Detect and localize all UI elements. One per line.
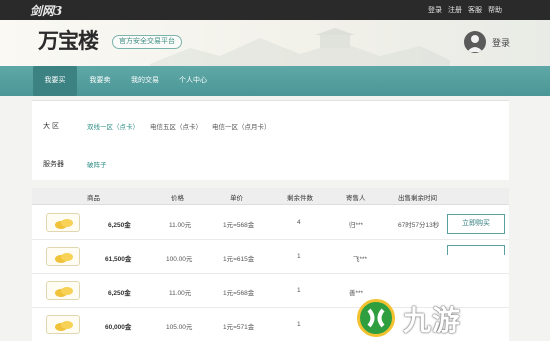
row-price: 105.00元 (166, 324, 193, 331)
nav-tab-my-trades[interactable]: 我的交易 (122, 66, 168, 96)
row-count: 1 (297, 321, 301, 328)
server-option-1[interactable]: 破阵子 (87, 159, 107, 169)
header-login[interactable]: 登录 (463, 31, 510, 53)
col-header-unit-price[interactable]: 单价 (230, 192, 243, 202)
nav-tab-sell[interactable]: 我要卖 (80, 66, 120, 96)
gold-coin-icon (46, 281, 80, 300)
row-count: 4 (297, 219, 301, 226)
top-help-link[interactable]: 帮助 (488, 5, 502, 15)
slogan-badge: 官方安全交易平台 (112, 35, 182, 49)
row-count: 1 (297, 287, 301, 294)
top-service-link[interactable]: 客服 (468, 5, 482, 15)
top-register-link[interactable]: 注册 (448, 5, 462, 15)
region-label: 大 区 (43, 123, 59, 130)
site-header: 万宝楼 官方安全交易平台 登录 (0, 20, 550, 66)
row-amount: 6,250金 (108, 290, 131, 297)
col-header-item: 商品 (87, 195, 100, 202)
server-label: 服务器 (43, 161, 64, 168)
table-row: 61,500金 100.00元 1元=615金 1 飞*** (32, 240, 509, 274)
watermark: 九游 (357, 293, 537, 341)
col-header-seller: 寄售人 (346, 195, 366, 202)
mountain-mist-decoration (150, 28, 450, 66)
row-time-left: 67时57分13秒 (398, 222, 440, 229)
row-unit-price: 1元=568金 (223, 222, 255, 229)
buy-now-button[interactable]: 立即购买 (447, 214, 505, 234)
col-header-price[interactable]: 价格 (171, 192, 184, 202)
region-option-3[interactable]: 电信一区（点月卡） (212, 121, 271, 131)
gold-coin-icon (46, 213, 80, 232)
top-bar: 剑网3 登录 注册 客服 帮助 (0, 0, 550, 20)
buy-now-button[interactable] (447, 245, 505, 255)
row-unit-price: 1元=568金 (223, 290, 255, 297)
row-count: 1 (297, 253, 301, 260)
game-logo[interactable]: 剑网3 (30, 2, 62, 19)
table-header: 商品 价格 单价 剩余件数 寄售人 出售剩余时间 (32, 188, 509, 205)
row-amount: 60,000金 (105, 324, 132, 331)
gold-coin-icon (46, 315, 80, 334)
region-option-1[interactable]: 双线一区（点卡） (87, 121, 139, 131)
col-header-remaining: 剩余件数 (287, 195, 313, 202)
region-option-2[interactable]: 电信五区（点卡） (150, 121, 202, 131)
site-logo[interactable]: 万宝楼 (38, 25, 99, 55)
filter-panel: 大 区 双线一区（点卡） 电信五区（点卡） 电信一区（点月卡） 服务器 破阵子 (32, 100, 509, 180)
row-seller: 飞*** (353, 256, 368, 263)
row-price: 11.00元 (169, 290, 192, 297)
row-unit-price: 1元=615金 (223, 256, 255, 263)
row-amount: 61,500金 (105, 256, 132, 263)
row-unit-price: 1元=571金 (223, 324, 255, 331)
top-login-link[interactable]: 登录 (428, 5, 442, 15)
main-nav: 我要买 我要卖 我的交易 个人中心 (0, 66, 550, 96)
nav-tab-buy[interactable]: 我要买 (33, 66, 77, 96)
row-price: 11.00元 (169, 222, 192, 229)
row-seller: 归*** (349, 222, 364, 229)
watermark-logo-icon (357, 299, 395, 337)
top-links: 登录 注册 客服 帮助 (428, 5, 502, 15)
header-login-link[interactable]: 登录 (492, 36, 510, 49)
col-header-time-left: 出售剩余时间 (398, 195, 437, 202)
user-avatar-icon[interactable] (463, 31, 486, 53)
gold-coin-icon (46, 247, 80, 266)
nav-tab-profile[interactable]: 个人中心 (170, 66, 216, 96)
row-amount: 6,250金 (108, 222, 131, 229)
table-row: 6,250金 11.00元 1元=568金 4 归*** 67时57分13秒 立… (32, 206, 509, 240)
watermark-text: 九游 (403, 304, 462, 337)
row-price: 100.00元 (166, 256, 193, 263)
